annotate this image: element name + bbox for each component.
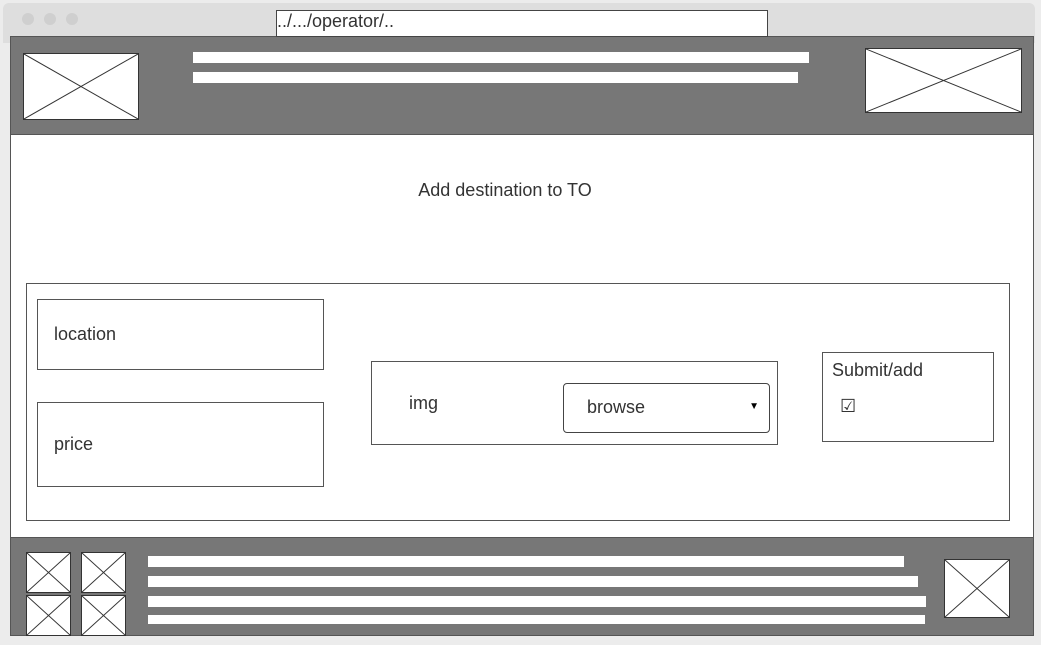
footer-right-image xyxy=(944,559,1010,618)
header-nav-line xyxy=(193,72,798,83)
window-maximize-button[interactable] xyxy=(66,13,78,25)
page-title: Add destination to TO xyxy=(418,180,592,200)
footer-text-line xyxy=(148,556,904,567)
window-minimize-button[interactable] xyxy=(44,13,56,25)
chevron-down-icon: ▼ xyxy=(749,401,759,412)
window-close-button[interactable] xyxy=(22,13,34,25)
price-input[interactable]: price xyxy=(37,402,324,487)
header-logo-right-image xyxy=(865,48,1022,113)
address-bar[interactable]: ../.../operator/.. xyxy=(276,10,768,37)
footer-thumbnail-image xyxy=(26,595,71,636)
footer-text-line xyxy=(148,596,926,607)
img-label: img xyxy=(409,393,439,413)
location-label: location xyxy=(54,324,117,344)
browse-dropdown[interactable]: browse ▼ xyxy=(563,383,770,433)
footer-thumbnail-image xyxy=(26,552,71,593)
footer-text-line xyxy=(148,615,925,624)
submit-box: Submit/add ☑ xyxy=(822,352,994,442)
header-nav-line xyxy=(193,52,809,63)
browse-dropdown-value: browse xyxy=(587,397,646,417)
footer-text-line xyxy=(148,576,918,587)
submit-checkbox[interactable]: ☑ xyxy=(840,396,856,417)
header-logo-left-image xyxy=(23,53,139,120)
submit-label: Submit/add xyxy=(832,360,924,380)
price-label: price xyxy=(54,434,94,454)
location-input[interactable]: location xyxy=(37,299,324,370)
footer-thumbnail-image xyxy=(81,552,126,593)
footer-thumbnail-image xyxy=(81,595,126,636)
